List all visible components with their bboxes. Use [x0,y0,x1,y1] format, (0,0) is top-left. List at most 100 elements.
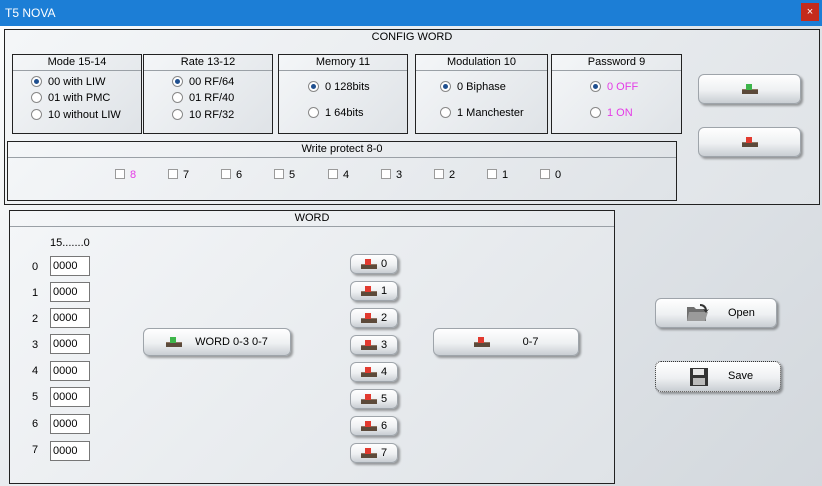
row-index: 2 [32,313,39,325]
write-word-2-button[interactable]: 2 [350,308,398,328]
checkbox[interactable] [168,169,178,179]
write-word-6-button[interactable]: 6 [350,416,398,436]
config-word-panel: CONFIG WORD Mode 15-14 00 with LIW 01 wi… [4,29,820,205]
radio-button[interactable] [308,81,319,92]
checkbox[interactable] [274,169,284,179]
memory-option-128bits[interactable]: 0 128bits [308,81,370,95]
radio-button[interactable] [590,81,601,92]
memory-option-64bits[interactable]: 1 64bits [308,107,364,121]
rate-group-title: Rate 13-12 [144,55,272,71]
row-index: 6 [32,418,39,430]
write-all-words-button[interactable]: 0-7 [433,328,579,356]
write-word-1-button[interactable]: 1 [350,281,398,301]
write-word-7-button[interactable]: 7 [350,443,398,463]
mode-group: Mode 15-14 00 with LIW 01 with PMC 10 wi… [12,54,142,134]
modulation-option-biphase[interactable]: 0 Biphase [440,81,506,95]
window-title: T5 NOVA [5,6,56,20]
bit-range-header: 15.......0 [50,237,90,249]
radio-button[interactable] [172,109,183,120]
password-group-title: Password 9 [552,55,681,71]
checkbox[interactable] [434,169,444,179]
word-0-input[interactable] [50,256,90,276]
write-protect-bit-3[interactable]: 3 [381,169,402,183]
radio-button[interactable] [590,107,601,118]
write-word-5-button[interactable]: 5 [350,389,398,409]
radio-button[interactable] [31,109,42,120]
checkbox[interactable] [487,169,497,179]
radio-button[interactable] [172,76,183,87]
row-index: 1 [32,287,39,299]
rate-option-00[interactable]: 00 RF/64 [172,76,234,90]
radio-button[interactable] [31,76,42,87]
word-2-input[interactable] [50,308,90,328]
write-protect-bit-0[interactable]: 0 [540,169,561,183]
write-config-button[interactable] [698,127,801,157]
write-protect-bit-2[interactable]: 2 [434,169,455,183]
write-word-0-button[interactable]: 0 [350,254,398,274]
close-button[interactable]: × [801,3,819,21]
memory-group: Memory 11 0 128bits 1 64bits [278,54,408,134]
rate-option-10[interactable]: 10 RF/32 [172,109,234,123]
write-protect-bit-5[interactable]: 5 [274,169,295,183]
row-index: 3 [32,339,39,351]
save-button[interactable]: Save [655,361,781,392]
floppy-disk-icon [690,368,708,386]
tray-arrow-down-icon [360,394,377,405]
word-panel-title: WORD [10,211,614,227]
radio-button[interactable] [440,81,451,92]
row-index: 0 [32,261,39,273]
rate-option-01[interactable]: 01 RF/40 [172,92,234,106]
mode-option-00[interactable]: 00 with LIW [31,76,105,90]
write-protect-bit-4[interactable]: 4 [328,169,349,183]
open-button[interactable]: Open [655,298,777,328]
checkbox[interactable] [540,169,550,179]
tray-arrow-down-icon [360,340,377,351]
word-1-input[interactable] [50,282,90,302]
tray-arrow-up-icon [741,84,758,95]
word-3-input[interactable] [50,334,90,354]
checkbox[interactable] [328,169,338,179]
radio-button[interactable] [172,92,183,103]
modulation-option-manchester[interactable]: 1 Manchester [440,107,524,121]
radio-button[interactable] [31,92,42,103]
checkbox[interactable] [381,169,391,179]
read-all-words-label: WORD 0-3 0-7 [195,336,268,348]
checkbox[interactable] [221,169,231,179]
word-5-input[interactable] [50,387,90,407]
open-label: Open [728,307,755,319]
row-index: 4 [32,365,39,377]
write-protect-bit-6[interactable]: 6 [221,169,242,183]
write-protect-title: Write protect 8-0 [8,142,676,158]
checkbox[interactable] [115,169,125,179]
password-option-off[interactable]: 0 OFF [590,81,638,95]
modulation-group: Modulation 10 0 Biphase 1 Manchester [415,54,548,134]
write-protect-bit-1[interactable]: 1 [487,169,508,183]
tray-arrow-down-icon [360,367,377,378]
word-7-input[interactable] [50,441,90,461]
password-option-on[interactable]: 1 ON [590,107,633,121]
write-word-3-button[interactable]: 3 [350,335,398,355]
write-protect-bit-8[interactable]: 8 [115,169,136,183]
word-4-input[interactable] [50,361,90,381]
radio-button[interactable] [440,107,451,118]
main-window: CONFIG WORD Mode 15-14 00 with LIW 01 wi… [0,26,822,486]
write-word-4-button[interactable]: 4 [350,362,398,382]
read-all-words-button[interactable]: WORD 0-3 0-7 [143,328,291,356]
write-protect-bit-7[interactable]: 7 [168,169,189,183]
word-6-input[interactable] [50,414,90,434]
save-label: Save [728,370,754,382]
password-group: Password 9 0 OFF 1 ON [551,54,682,134]
tray-arrow-up-icon [166,337,183,348]
write-protect-group: Write protect 8-0 8 7 6 5 4 3 2 1 0 [7,141,677,201]
radio-button[interactable] [308,107,319,118]
tray-arrow-down-icon [360,286,377,297]
tray-arrow-down-icon [360,259,377,270]
tray-arrow-down-icon [360,313,377,324]
title-bar: T5 NOVA × [0,0,822,26]
mode-group-title: Mode 15-14 [13,55,141,71]
mode-option-10[interactable]: 10 without LIW [31,109,121,123]
row-index: 7 [32,444,39,456]
mode-option-01[interactable]: 01 with PMC [31,92,110,106]
read-config-button[interactable] [698,74,801,104]
rate-group: Rate 13-12 00 RF/64 01 RF/40 10 RF/32 [143,54,273,134]
